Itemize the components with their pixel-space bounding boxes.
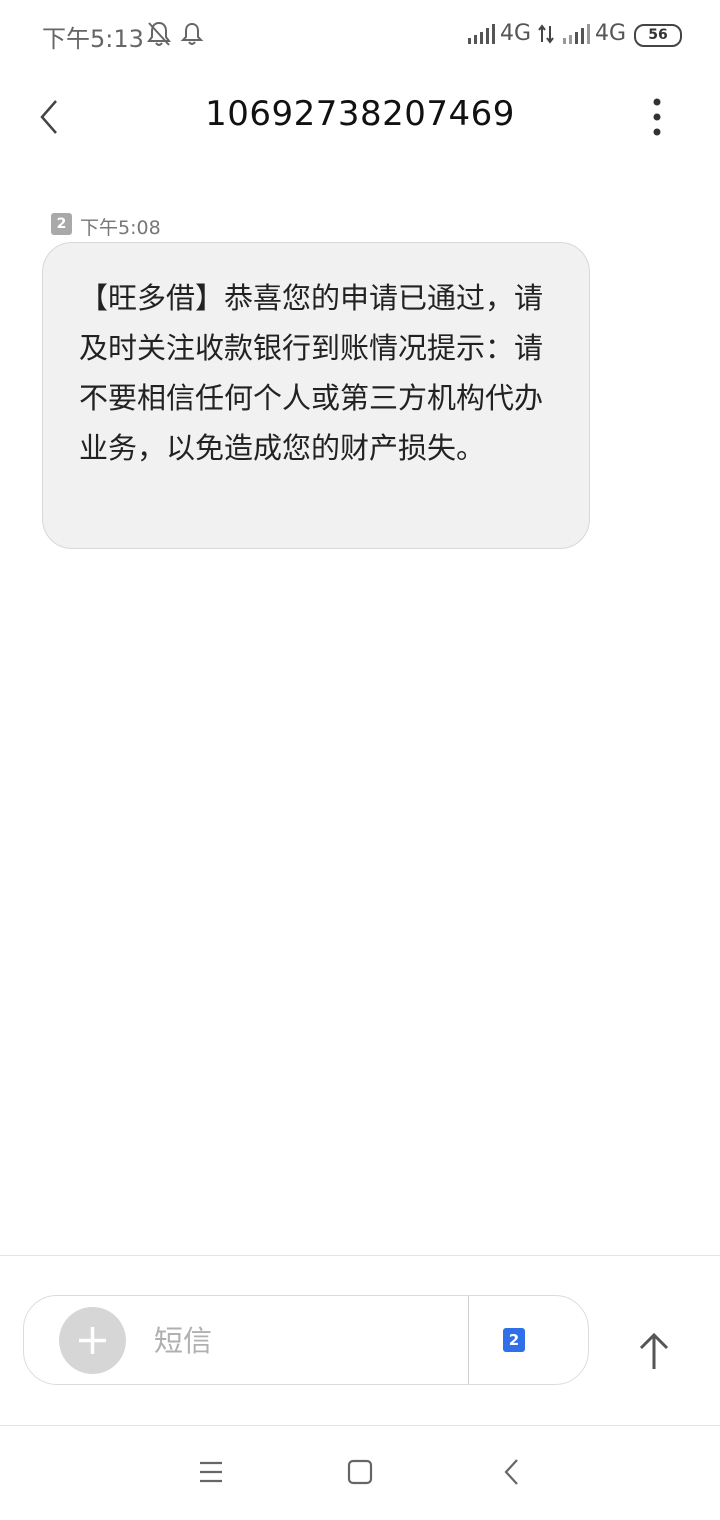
add-attachment-button[interactable] [59, 1307, 126, 1374]
more-options-button[interactable] [640, 95, 674, 139]
home-square-icon [347, 1459, 373, 1485]
back-button[interactable] [30, 95, 70, 139]
message-text: 【旺多借】恭喜您的申请已通过，请及时关注收款银行到账情况提示：请不要相信任何个人… [79, 281, 544, 465]
sim-select-button[interactable]: 2 [503, 1328, 525, 1352]
alarm-bell-icon [180, 20, 204, 52]
messaging-screen: 下午5:13 4G 4G 56 10692738207469 2 下午5:08 … [0, 0, 720, 1520]
menu-button[interactable] [191, 1452, 231, 1492]
nav-divider [0, 1425, 720, 1426]
arrow-up-icon [639, 1332, 669, 1369]
message-bubble[interactable]: 【旺多借】恭喜您的申请已通过，请及时关注收款银行到账情况提示：请不要相信任何个人… [42, 242, 590, 549]
status-bar: 下午5:13 4G 4G 56 [0, 0, 720, 70]
menu-lines-icon [200, 1461, 222, 1483]
conversation-header: 10692738207469 [0, 70, 720, 165]
signal-bars-icon [468, 24, 496, 48]
message-composer: 2 [23, 1295, 589, 1385]
nav-back-button[interactable] [492, 1452, 532, 1492]
sim-badge: 2 [51, 213, 72, 235]
conversation-title: 10692738207469 [205, 94, 515, 134]
status-time: 下午5:13 [42, 25, 144, 53]
network-type-1: 4G [500, 21, 532, 46]
send-button[interactable] [628, 1325, 680, 1377]
mute-notification-icon [146, 20, 172, 52]
vertical-dots-icon [653, 98, 661, 136]
battery-icon: 56 [634, 24, 682, 47]
chevron-left-icon [40, 100, 57, 134]
signal-bars-icon [563, 24, 591, 48]
network-type-2: 4G [595, 21, 627, 46]
composer-separator [468, 1296, 469, 1384]
composer-divider [0, 1255, 720, 1256]
home-button[interactable] [340, 1452, 380, 1492]
data-arrows-icon [538, 24, 554, 48]
plus-icon [79, 1327, 106, 1354]
message-time: 下午5:08 [80, 217, 161, 239]
back-triangle-icon [504, 1459, 518, 1485]
message-input[interactable] [154, 1320, 454, 1362]
